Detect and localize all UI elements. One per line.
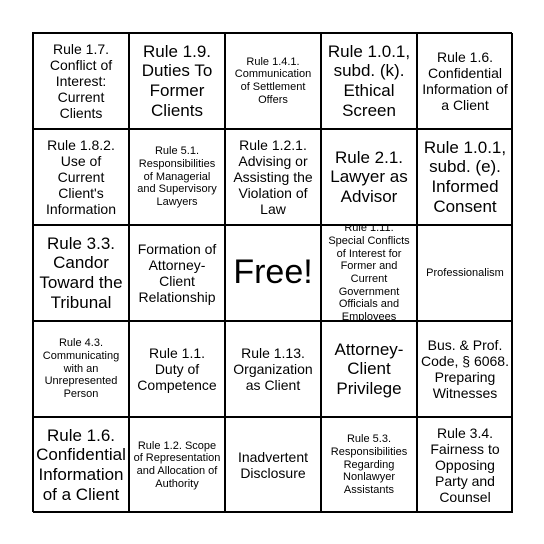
cell-label: Free! <box>233 253 313 292</box>
cell-label: Rule 3.3. Candor Toward the Tribunal <box>39 233 123 312</box>
free-space[interactable]: Free! <box>225 225 321 321</box>
cell-label: Rule 3.4. Fairness to Opposing Party and… <box>430 424 500 506</box>
cell-label: Rule 1.2. Scope of Representation and Al… <box>133 439 221 490</box>
cell-label: Rule 5.1. Responsibilities of Managerial… <box>137 145 217 208</box>
cell-label: Bus. & Prof. Code, § 6068. Preparing Wit… <box>421 336 509 402</box>
cell-label: Rule 1.2.1. Advising or Assisting the Vi… <box>233 136 313 218</box>
bingo-cell[interactable]: Rule 1.2.1. Advising or Assisting the Vi… <box>225 129 321 225</box>
bingo-cell[interactable]: Bus. & Prof. Code, § 6068. Preparing Wit… <box>417 321 513 417</box>
cell-label: Formation of Attorney-Client Relationshi… <box>137 240 217 306</box>
bingo-cell[interactable]: Rule 2.1. Lawyer as Advisor <box>321 129 417 225</box>
cell-label: Rule 1.9. Duties To Former Clients <box>141 41 213 120</box>
cell-label: Rule 1.8.2. Use of Current Client's Info… <box>45 136 117 218</box>
cell-label: Inadvertent Disclosure <box>237 448 309 481</box>
bingo-cell[interactable]: Inadvertent Disclosure <box>225 417 321 513</box>
bingo-card: Rule 1.7. Conflict of Interest: Current … <box>32 32 513 513</box>
cell-label: Rule 1.13. Organization as Client <box>233 344 313 394</box>
bingo-cell[interactable]: Rule 1.13. Organization as Client <box>225 321 321 417</box>
bingo-cell[interactable]: Rule 1.6. Confidential Information of a … <box>417 33 513 129</box>
bingo-cell[interactable]: Rule 3.3. Candor Toward the Tribunal <box>33 225 129 321</box>
cell-label: Rule 2.1. Lawyer as Advisor <box>330 147 408 206</box>
cell-label: Rule 5.3. Responsibilities Regarding Non… <box>330 433 408 496</box>
cell-label: Rule 1.7. Conflict of Interest: Current … <box>49 40 113 122</box>
cell-label: Rule 1.1. Duty of Competence <box>137 344 217 394</box>
bingo-cell[interactable]: Rule 1.0.1, subd. (k). Ethical Screen <box>321 33 417 129</box>
cell-label: Rule 4.3. Communicating with an Unrepres… <box>42 337 120 400</box>
bingo-cell[interactable]: Formation of Attorney-Client Relationshi… <box>129 225 225 321</box>
bingo-cell[interactable]: Rule 1.8.2. Use of Current Client's Info… <box>33 129 129 225</box>
cell-label: Rule 1.4.1. Communication of Settlement … <box>234 55 312 106</box>
bingo-cell[interactable]: Rule 1.0.1, subd. (e). Informed Consent <box>417 129 513 225</box>
bingo-cell[interactable]: Rule 3.4. Fairness to Opposing Party and… <box>417 417 513 513</box>
bingo-cell[interactable]: Rule 1.11. Special Conflicts of Interest… <box>321 225 417 321</box>
bingo-cell[interactable]: Rule 1.9. Duties To Former Clients <box>129 33 225 129</box>
bingo-cell[interactable]: Rule 1.1. Duty of Competence <box>129 321 225 417</box>
cell-label: Rule 1.0.1, subd. (k). Ethical Screen <box>327 41 411 120</box>
bingo-cell[interactable]: Attorney-Client Privilege <box>321 321 417 417</box>
bingo-cell[interactable]: Rule 1.6. Confidential Information of a … <box>33 417 129 513</box>
bingo-cell[interactable]: Rule 1.4.1. Communication of Settlement … <box>225 33 321 129</box>
cell-label: Attorney-Client Privilege <box>334 339 404 398</box>
bingo-cell[interactable]: Rule 1.7. Conflict of Interest: Current … <box>33 33 129 129</box>
cell-label: Rule 1.11. Special Conflicts of Interest… <box>328 225 410 321</box>
bingo-cell[interactable]: Rule 5.1. Responsibilities of Managerial… <box>129 129 225 225</box>
bingo-cell[interactable]: Rule 4.3. Communicating with an Unrepres… <box>33 321 129 417</box>
cell-label: Professionalism <box>426 266 504 279</box>
bingo-cell[interactable]: Rule 5.3. Responsibilities Regarding Non… <box>321 417 417 513</box>
cell-label: Rule 1.0.1, subd. (e). Informed Consent <box>423 137 507 216</box>
cell-label: Rule 1.6. Confidential Information of a … <box>36 425 126 504</box>
bingo-cell[interactable]: Rule 1.2. Scope of Representation and Al… <box>129 417 225 513</box>
bingo-cell[interactable]: Professionalism <box>417 225 513 321</box>
cell-label: Rule 1.6. Confidential Information of a … <box>422 48 508 114</box>
